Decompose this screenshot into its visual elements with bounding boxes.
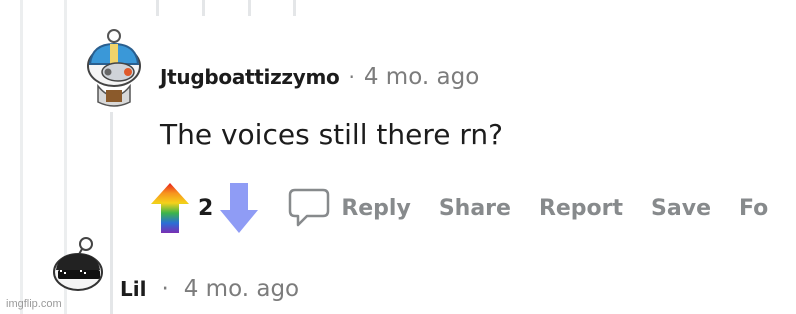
comment-meta: Jtugboattizzymo · 4 mo. ago	[160, 64, 479, 90]
thread-line-top-1	[156, 0, 159, 16]
reply-button[interactable]: Reply	[287, 187, 411, 229]
comment-time[interactable]: 4 mo. ago	[364, 64, 479, 90]
reply-label: Reply	[341, 195, 411, 221]
chat-bubble-icon	[287, 187, 331, 229]
watermark: imgflip.com	[6, 298, 62, 310]
meta-separator: ·	[348, 65, 355, 89]
upvote-icon[interactable]	[150, 182, 190, 234]
report-button[interactable]: Report	[539, 196, 623, 221]
vote-count: 2	[198, 195, 214, 221]
avatar[interactable]	[84, 28, 146, 108]
comment: Jtugboattizzymo · 4 mo. ago The voices s…	[84, 28, 796, 288]
thread-line-outer	[20, 0, 23, 314]
save-button[interactable]: Save	[651, 196, 711, 221]
comment-actions: 2 Reply Share Report Save Fo	[150, 180, 768, 236]
reply-meta: Lil · 4 mo. ago	[120, 276, 299, 302]
follow-label: Fo	[738, 195, 769, 221]
report-label: Report	[538, 195, 624, 221]
share-button[interactable]: Share	[439, 196, 511, 221]
comment-body: The voices still there rn?	[160, 118, 503, 151]
save-label: Save	[651, 195, 711, 221]
share-label: Share	[438, 195, 511, 221]
reply-separator: ·	[161, 276, 169, 302]
thread-line-top-2	[202, 0, 205, 16]
downvote-icon[interactable]	[219, 182, 259, 234]
reply-time[interactable]: 4 mo. ago	[184, 276, 299, 302]
reply-author-name[interactable]: Lil	[120, 277, 146, 301]
thread-line-top-3	[248, 0, 251, 16]
author-name[interactable]: Jtugboattizzymo	[160, 65, 340, 89]
reply-avatar[interactable]	[50, 236, 106, 296]
follow-button[interactable]: Fo	[739, 196, 768, 221]
thread-line-top-4	[293, 0, 296, 16]
